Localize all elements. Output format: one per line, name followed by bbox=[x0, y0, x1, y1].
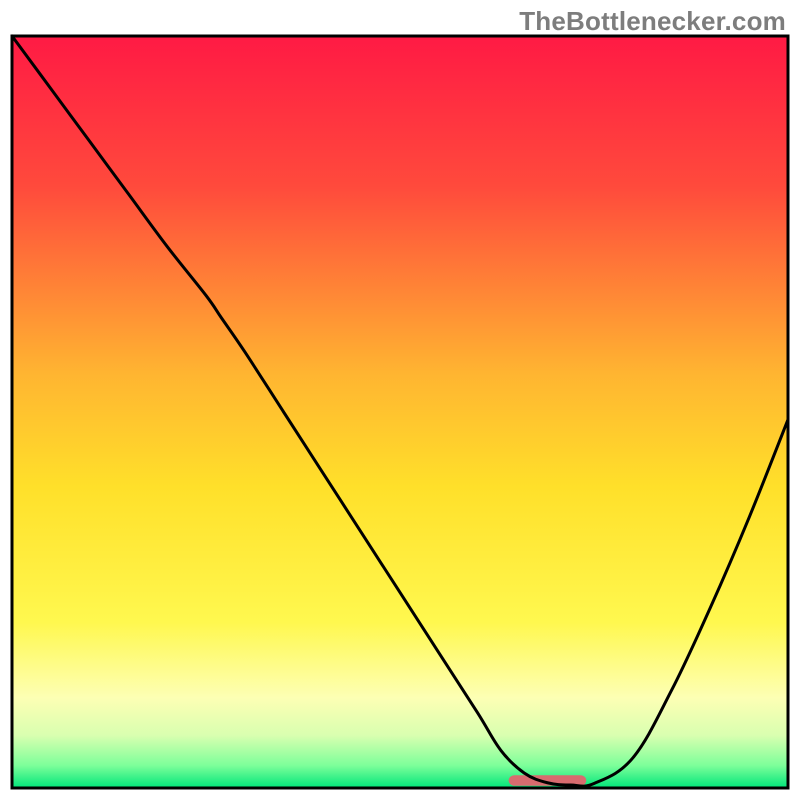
plot-background bbox=[12, 36, 788, 788]
bottleneck-chart bbox=[0, 0, 800, 800]
chart-container: TheBottlenecker.com bbox=[0, 0, 800, 800]
